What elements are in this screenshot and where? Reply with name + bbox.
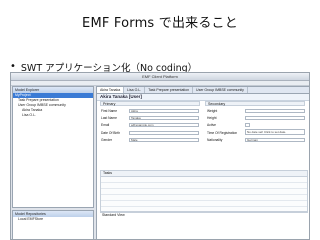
nationality-label: Nationality bbox=[207, 138, 223, 142]
date-of-birth-input[interactable] bbox=[129, 131, 199, 135]
editor-heading: Akira Tanaka [User] bbox=[97, 94, 309, 101]
gender-label: Gender bbox=[101, 138, 112, 142]
email-label: Email bbox=[101, 123, 110, 127]
model-repositories-panel: Model Repositories Local EMFStore bbox=[12, 210, 94, 239]
time-of-registration-label: Time Of Registration bbox=[207, 131, 238, 135]
tasks-table: Tasks bbox=[100, 170, 308, 212]
height-input[interactable] bbox=[245, 116, 305, 120]
tab-task[interactable]: Task Prepare presentation bbox=[145, 87, 194, 93]
secondary-section-header[interactable]: Secondary bbox=[205, 101, 305, 106]
tasks-row[interactable] bbox=[101, 201, 307, 207]
bullet-dot-icon: • bbox=[10, 61, 16, 72]
tab-akira-tanaka[interactable]: Akira Tanaka bbox=[97, 87, 125, 93]
tree-item-local-store[interactable]: Local EMFStore bbox=[13, 217, 93, 222]
date-of-birth-label: Date Of Birth bbox=[101, 131, 121, 135]
active-checkbox[interactable] bbox=[245, 123, 250, 127]
last-name-label: Last Name bbox=[101, 116, 117, 120]
slide-title: EMF Forms で出来ること bbox=[82, 16, 238, 31]
first-name-input[interactable]: Akira bbox=[129, 109, 199, 113]
last-name-input[interactable]: Tanaka bbox=[129, 116, 199, 120]
time-of-registration-input[interactable]: No date set! Click to set date. bbox=[245, 129, 305, 135]
app-screenshot: EMF Client Platform Model Explorer MyPro… bbox=[10, 72, 310, 240]
window-titlebar: EMF Client Platform bbox=[11, 73, 309, 81]
model-explorer-panel: Model Explorer MyProject Task Prepare pr… bbox=[12, 86, 94, 208]
first-name-label: First Name bbox=[101, 109, 118, 113]
gender-select[interactable]: Male bbox=[129, 138, 199, 142]
primary-section-header[interactable]: Primary bbox=[100, 101, 200, 106]
editor-panel: Akira Tanaka Lisa O.L. Task Prepare pres… bbox=[96, 86, 309, 239]
editor-tabs: Akira Tanaka Lisa O.L. Task Prepare pres… bbox=[97, 87, 309, 94]
tab-lisa[interactable]: Lisa O.L. bbox=[124, 87, 146, 93]
left-column: Model Explorer MyProject Task Prepare pr… bbox=[12, 86, 94, 239]
height-label: Height bbox=[207, 116, 217, 120]
weight-input[interactable] bbox=[245, 109, 305, 113]
tree-item-user-lisa[interactable]: Lisa O.L. bbox=[13, 113, 93, 118]
standard-view-tab[interactable]: Standard View bbox=[100, 212, 308, 218]
tab-user-group[interactable]: User Group IMBSE community bbox=[193, 87, 248, 93]
weight-label: Weight bbox=[207, 109, 218, 113]
email-input[interactable]: a@example.com bbox=[129, 123, 199, 127]
active-label: Active bbox=[207, 123, 216, 127]
nationality-select[interactable]: German bbox=[245, 138, 305, 142]
